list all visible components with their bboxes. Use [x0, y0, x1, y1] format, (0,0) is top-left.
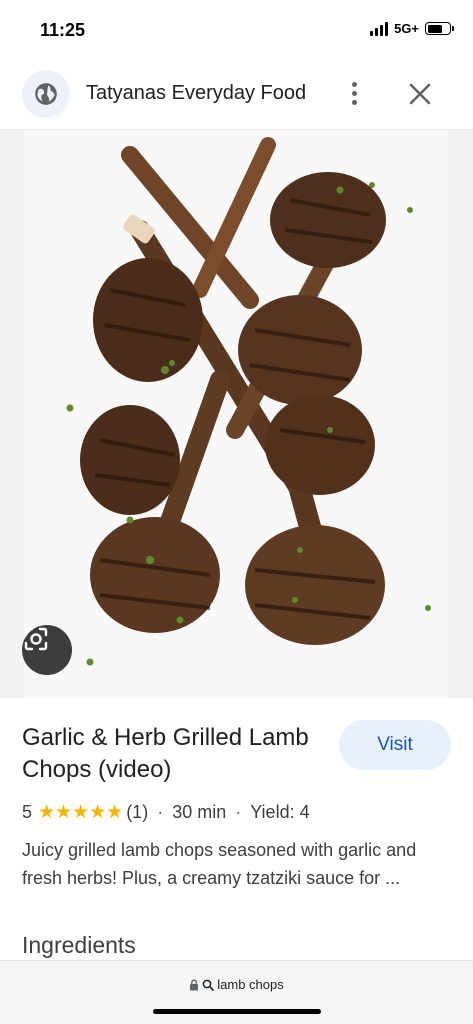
recipe-meta: 5 ★★★★★ (1) · 30 min · Yield: 4: [22, 801, 310, 824]
lamb-chops-photo: [0, 130, 473, 698]
bottom-url-bar: lamb chops: [0, 960, 473, 1024]
globe-icon[interactable]: [22, 70, 70, 118]
visit-button[interactable]: Visit: [339, 720, 451, 770]
recipe-yield: Yield: 4: [250, 802, 310, 822]
ingredients-heading: Ingredients: [22, 932, 136, 958]
status-indicators: 5G+: [370, 21, 454, 36]
close-icon[interactable]: [404, 78, 436, 110]
home-indicator[interactable]: [153, 1009, 321, 1014]
cellular-signal-icon: [370, 21, 389, 36]
address-bar[interactable]: lamb chops: [0, 977, 473, 992]
cook-time: 30 min: [172, 802, 227, 822]
star-rating-icon: ★★★★★: [38, 802, 124, 823]
site-header: Tatyanas Everyday Food: [0, 56, 473, 130]
network-type: 5G+: [394, 21, 419, 36]
result-card: Garlic & Herb Grilled Lamb Chops (video)…: [0, 698, 473, 960]
recipe-image[interactable]: [0, 130, 473, 698]
battery-icon: [425, 22, 454, 35]
separator: ·: [235, 802, 242, 822]
separator: ·: [157, 802, 164, 822]
search-query: lamb chops: [217, 977, 284, 992]
more-vert-icon[interactable]: [340, 76, 368, 110]
rating-value: 5: [22, 802, 33, 822]
status-bar: 11:25 5G+: [0, 0, 473, 56]
status-time: 11:25: [40, 20, 86, 40]
result-title[interactable]: Garlic & Herb Grilled Lamb Chops (video): [22, 722, 322, 786]
result-snippet: Juicy grilled lamb chops seasoned with g…: [22, 840, 417, 888]
search-icon: [202, 979, 215, 991]
lock-icon: [190, 978, 199, 990]
lens-search-icon[interactable]: [22, 625, 72, 675]
site-title[interactable]: Tatyanas Everyday Food: [86, 82, 306, 105]
review-count: (1): [126, 802, 149, 822]
